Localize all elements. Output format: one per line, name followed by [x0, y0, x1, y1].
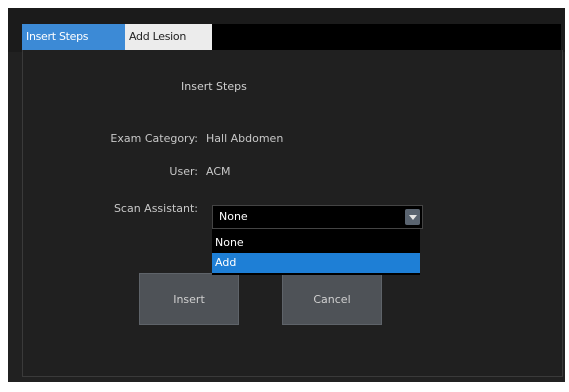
- tab-insert-steps[interactable]: Insert Steps: [22, 24, 125, 50]
- app-window: Insert Steps Add Lesion Insert Steps Exa…: [8, 8, 565, 382]
- tab-bar: Insert Steps Add Lesion: [8, 8, 565, 52]
- scan-assistant-select[interactable]: None: [212, 205, 423, 229]
- dropdown-option-none[interactable]: None: [212, 233, 420, 253]
- chevron-down-icon[interactable]: [405, 209, 420, 225]
- cancel-button[interactable]: Cancel: [282, 273, 382, 325]
- tab-add-lesion[interactable]: Add Lesion: [125, 24, 212, 50]
- exam-category-label: Exam Category:: [110, 132, 198, 145]
- scan-assistant-label: Scan Assistant:: [113, 202, 198, 215]
- tab-bar-filler: [212, 24, 561, 50]
- exam-category-value: Hall Abdomen: [206, 132, 284, 145]
- user-value: ACM: [206, 165, 231, 178]
- scan-assistant-selected-value: None: [219, 210, 248, 223]
- dialog-title: Insert Steps: [181, 80, 247, 93]
- dropdown-option-add[interactable]: Add: [212, 253, 420, 273]
- user-label: User:: [169, 165, 198, 178]
- insert-button[interactable]: Insert: [139, 273, 239, 325]
- scan-assistant-dropdown-list: None Add: [212, 229, 420, 275]
